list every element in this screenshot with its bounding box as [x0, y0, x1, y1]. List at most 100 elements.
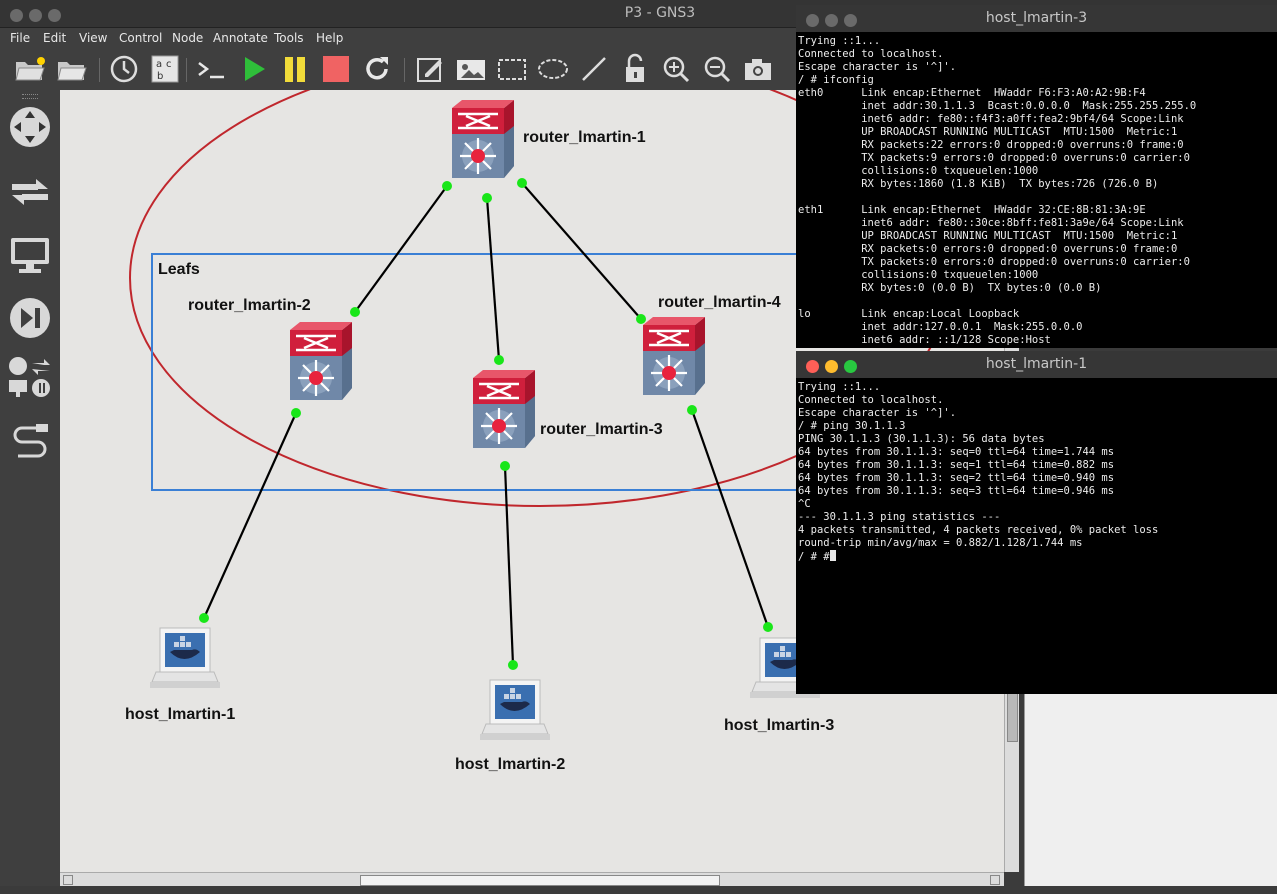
- screenshot-icon[interactable]: [742, 53, 774, 85]
- svg-text:b: b: [157, 71, 163, 82]
- link-r1-r2: [354, 185, 448, 313]
- maximize-window-icon[interactable]: [48, 9, 61, 22]
- menu-control[interactable]: Control: [119, 31, 162, 45]
- menu-edit[interactable]: Edit: [43, 31, 66, 45]
- switches-icon[interactable]: [7, 169, 53, 215]
- stop-all-icon[interactable]: [320, 53, 352, 85]
- terminal-line: Trying ::1...: [798, 381, 881, 393]
- menu-file[interactable]: File: [10, 31, 30, 45]
- menu-annotate[interactable]: Annotate: [213, 31, 268, 45]
- open-folder-icon[interactable]: [56, 53, 88, 85]
- draw-ellipse-icon[interactable]: [537, 53, 569, 85]
- terminal-line: collisions:0 txqueuelen:1000: [798, 269, 1039, 281]
- terminal-line: inet addr:127.0.0.1 Mask:255.0.0.0: [798, 321, 1083, 333]
- window-title: P3 - GNS3: [624, 5, 696, 21]
- minimize-window-icon[interactable]: [29, 9, 42, 22]
- terminal-window-host1[interactable]: host_lmartin-1 Trying ::1... Connected to…: [796, 351, 1277, 694]
- reload-all-icon[interactable]: [361, 53, 393, 85]
- link-r4-h3: [690, 409, 770, 628]
- draw-line-icon[interactable]: [578, 53, 610, 85]
- terminal-line: 64 bytes from 30.1.1.3: seq=2 ttl=64 tim…: [798, 472, 1115, 484]
- terminal-line: 64 bytes from 30.1.1.3: seq=3 ttl=64 tim…: [798, 485, 1115, 497]
- link-r3-h2: [503, 465, 515, 666]
- link-r1-r3: [485, 197, 501, 361]
- terminal-line: RX packets:0 errors:0 dropped:0 overruns…: [798, 243, 1178, 255]
- start-all-icon[interactable]: [238, 53, 270, 85]
- link-r1-r4: [521, 182, 642, 320]
- terminal-line: lo Link encap:Local Loopback: [798, 308, 1020, 320]
- terminal-line: 64 bytes from 30.1.1.3: seq=0 ttl=64 tim…: [798, 446, 1115, 458]
- window-controls: [10, 7, 67, 26]
- terminal-output: Trying ::1... Connected to localhost. Esca…: [798, 35, 1196, 347]
- terminal-line: 64 bytes from 30.1.1.3: seq=1 ttl=64 tim…: [798, 459, 1115, 471]
- router-icon-2: [288, 320, 354, 402]
- terminal-line: eth1 Link encap:Ethernet HWaddr 32:CE:8B…: [798, 204, 1146, 216]
- terminal-prompt[interactable]: / # #: [798, 550, 836, 564]
- insert-image-icon[interactable]: [455, 53, 487, 85]
- snapshot-clock-icon[interactable]: [108, 53, 140, 85]
- canvas-horizontal-scrollbar[interactable]: [60, 872, 1004, 887]
- terminal-line: ^C: [798, 498, 811, 510]
- right-dock-panel: [1024, 694, 1277, 886]
- terminal-line: eth0 Link encap:Ethernet HWaddr F6:F3:A0…: [798, 87, 1146, 99]
- svg-text:a: a: [156, 59, 162, 70]
- add-link-icon[interactable]: [7, 417, 53, 463]
- host-label-3[interactable]: host_lmartin-3: [724, 717, 834, 735]
- pause-all-icon[interactable]: [279, 53, 311, 85]
- router-label-3[interactable]: router_lmartin-3: [540, 421, 663, 439]
- terminal-line: inet6 addr: fe80::30ce:8bff:fe81:3a9e/64…: [798, 217, 1184, 229]
- terminal-titlebar-host1[interactable]: host_lmartin-1: [796, 351, 1277, 378]
- group-label: Leafs: [158, 261, 200, 278]
- zoom-out-icon[interactable]: [701, 53, 733, 85]
- terminal-line: inet6 addr: fe80::f4f3:a0ff:fea2:9bf4/64…: [798, 113, 1184, 125]
- router-label-4[interactable]: router_lmartin-4: [658, 294, 781, 312]
- all-devices-icon[interactable]: [7, 355, 53, 401]
- status-bar: [0, 886, 1277, 894]
- host-label-1[interactable]: host_lmartin-1: [125, 706, 235, 724]
- console-all-icon[interactable]: [196, 53, 228, 85]
- terminal-line: / # ping 30.1.1.3: [798, 420, 906, 432]
- terminal-title: host_lmartin-3: [985, 10, 1088, 26]
- terminal-titlebar-host3[interactable]: host_lmartin-3: [796, 5, 1277, 32]
- router-icon-3: [471, 368, 537, 450]
- zoom-in-icon[interactable]: [660, 53, 692, 85]
- menu-view[interactable]: View: [79, 31, 107, 45]
- terminal-line: collisions:0 txqueuelen:1000: [798, 165, 1039, 177]
- terminal-title: host_lmartin-1: [985, 356, 1088, 372]
- security-devices-icon[interactable]: [7, 295, 53, 341]
- terminal-line: RX packets:22 errors:0 dropped:0 overrun…: [798, 139, 1184, 151]
- menu-tools[interactable]: Tools: [274, 31, 304, 45]
- show-labels-icon[interactable]: acb: [149, 53, 181, 85]
- draw-rectangle-icon[interactable]: [496, 53, 528, 85]
- device-sidebar: [0, 90, 60, 894]
- close-window-icon[interactable]: [10, 9, 23, 22]
- terminal-line: UP BROADCAST RUNNING MULTICAST MTU:1500 …: [798, 126, 1178, 138]
- vertical-scroll-thumb[interactable]: [1007, 690, 1018, 742]
- menu-help[interactable]: Help: [316, 31, 343, 45]
- router-label-2[interactable]: router_lmartin-2: [188, 297, 311, 315]
- terminal-cursor: [829, 550, 836, 561]
- end-devices-icon[interactable]: [7, 232, 53, 278]
- link-r2-h1: [202, 412, 298, 619]
- host-label-2[interactable]: host_lmartin-2: [455, 756, 565, 774]
- terminal-line: TX packets:0 errors:0 dropped:0 overruns…: [798, 256, 1190, 268]
- terminal-line: / # ifconfig: [798, 74, 874, 86]
- routers-icon[interactable]: [7, 104, 53, 150]
- terminal-line: Trying ::1...: [798, 35, 881, 47]
- main-toolbar: acb: [0, 50, 800, 90]
- lock-icon[interactable]: [619, 53, 651, 85]
- menu-node[interactable]: Node: [172, 31, 203, 45]
- terminal-line: inet addr:30.1.1.3 Bcast:0.0.0.0 Mask:25…: [798, 100, 1197, 112]
- terminal-window-host3[interactable]: host_lmartin-3 Trying ::1... Connected to…: [796, 5, 1277, 348]
- terminal-line: Escape character is '^]'.: [798, 407, 957, 419]
- horizontal-scroll-thumb[interactable]: [360, 875, 720, 886]
- docker-host-icon-1: [149, 627, 221, 689]
- terminal-line: inet6 addr: ::1/128 Scope:Host: [798, 334, 1051, 346]
- terminal-line: --- 30.1.1.3 ping statistics ---: [798, 511, 1001, 523]
- add-note-icon[interactable]: [414, 53, 446, 85]
- terminal-output: Trying ::1... Connected to localhost. Esca…: [798, 381, 1158, 550]
- open-project-icon[interactable]: [14, 53, 46, 85]
- router-label-1[interactable]: router_lmartin-1: [523, 129, 646, 147]
